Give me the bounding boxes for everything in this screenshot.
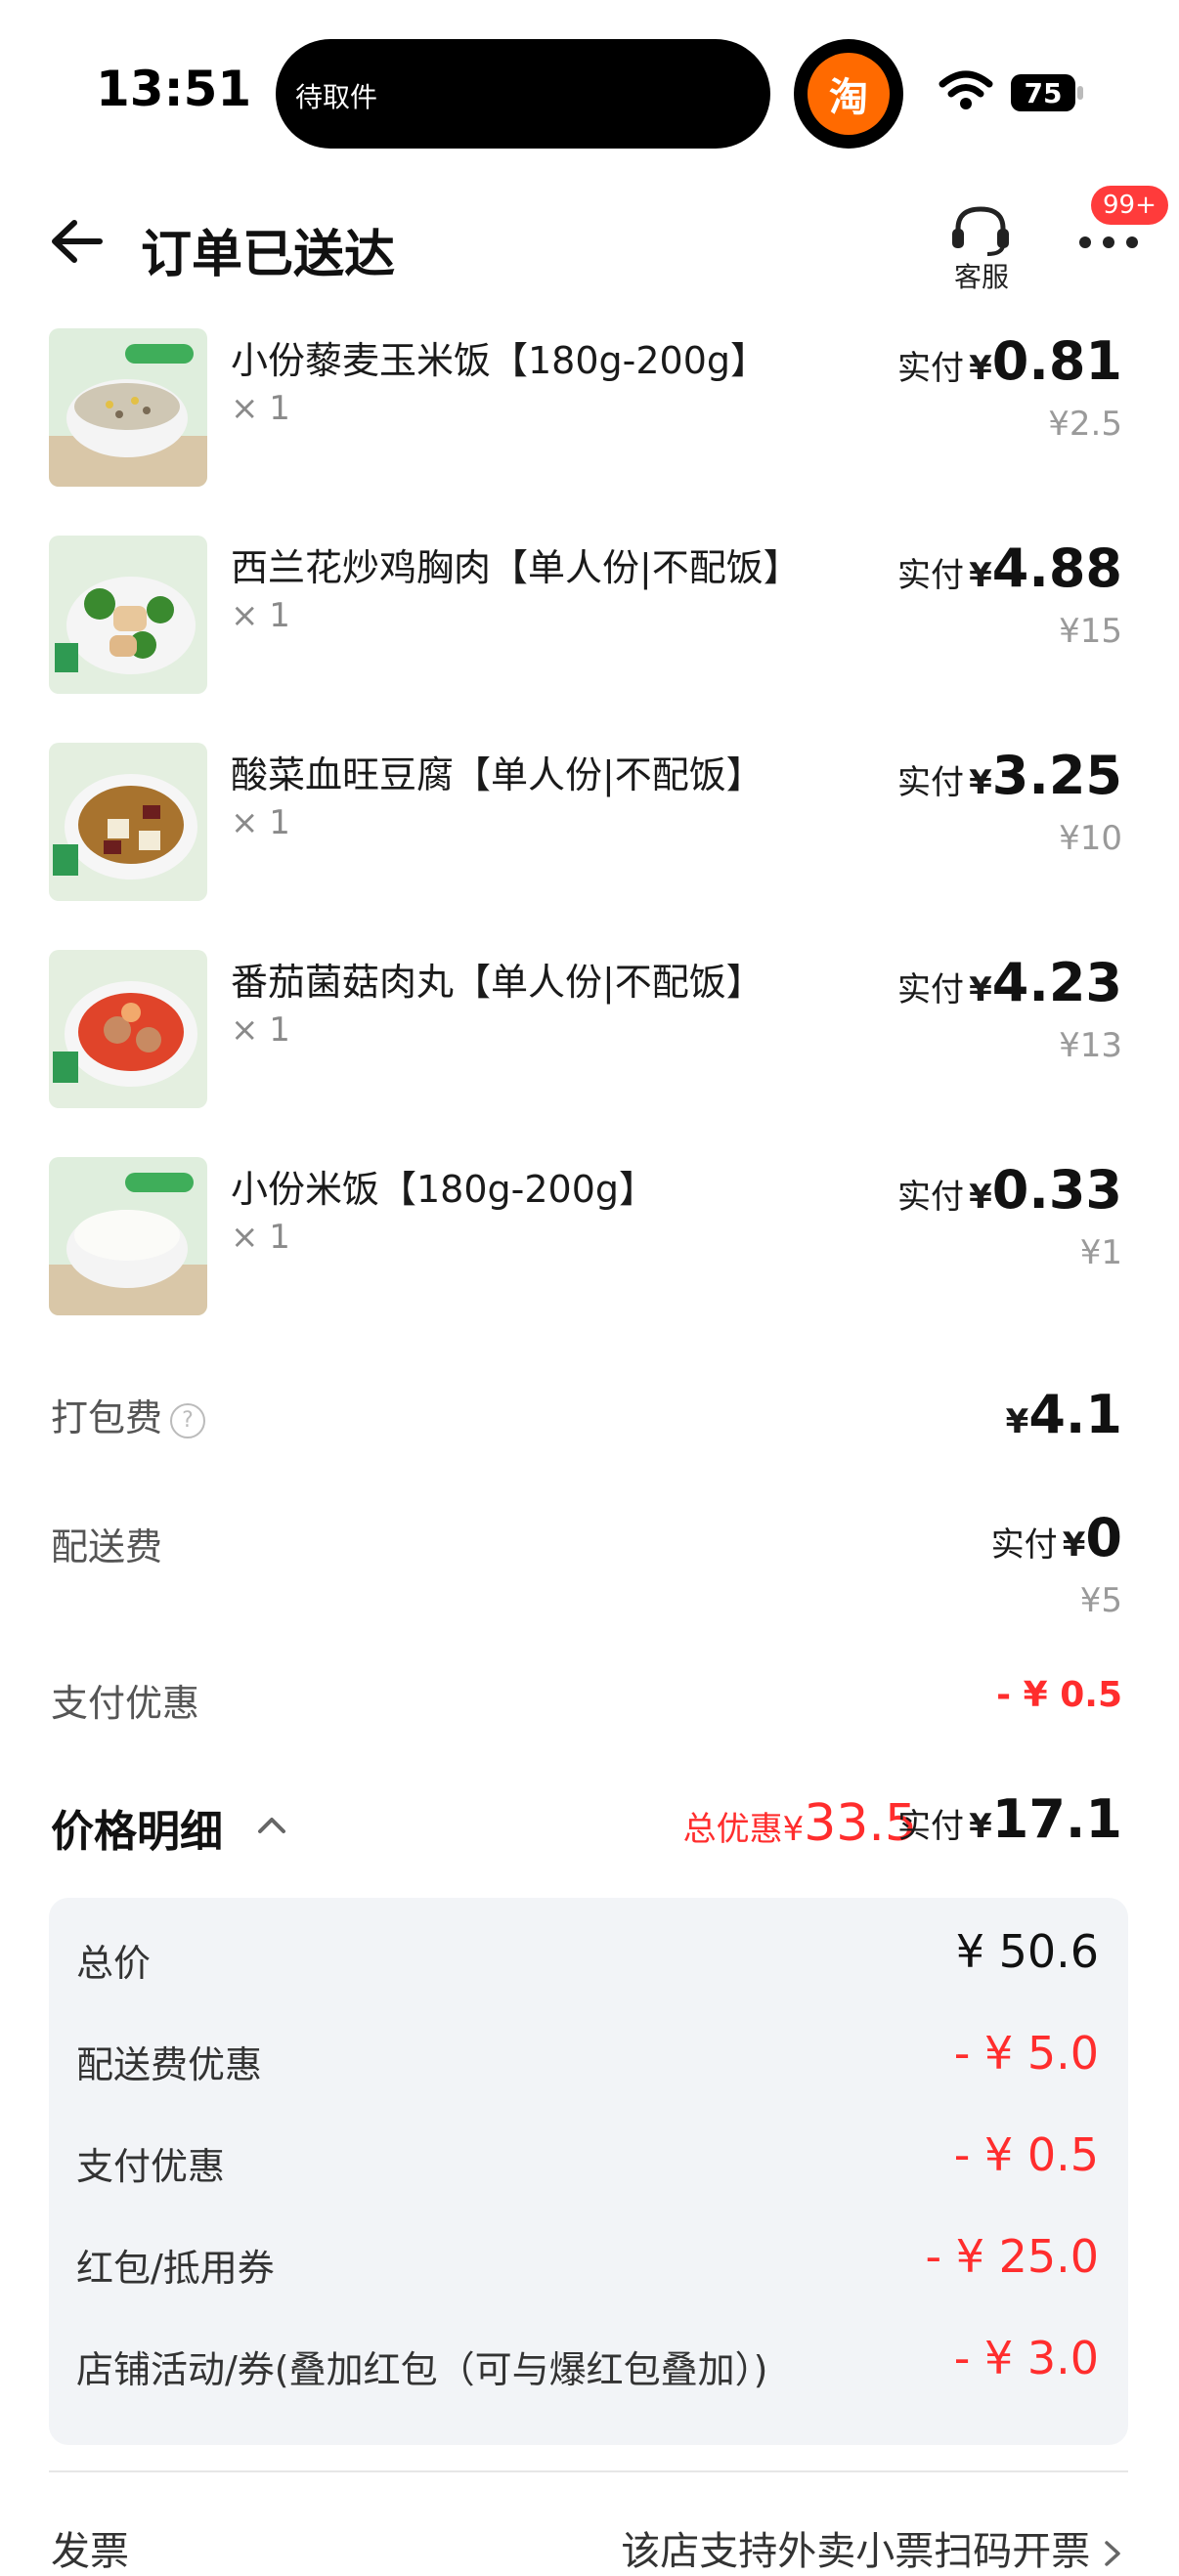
delivery-fee-label: 配送费	[51, 1525, 163, 1568]
breakdown-value: - ¥ 5.0	[953, 2027, 1099, 2080]
divider	[49, 2470, 1128, 2472]
currency-symbol: ¥	[969, 349, 992, 388]
item-original-price: ¥2.5	[1048, 405, 1122, 444]
delivery-fee-paid: 实付 ¥0	[991, 1507, 1122, 1568]
battery-cap	[1077, 86, 1083, 100]
paid-amount: 4.23	[991, 952, 1122, 1013]
total-paid-amount: 17.1	[991, 1788, 1122, 1850]
item-quantity: × 1	[231, 1010, 290, 1050]
chevron-right-icon	[1105, 2541, 1120, 2566]
currency-symbol: ¥	[969, 1807, 992, 1846]
breakdown-label: 配送费优惠	[76, 2043, 263, 2086]
currency-symbol: ¥	[969, 763, 992, 802]
item-quantity: × 1	[231, 389, 290, 428]
paid-label: 实付	[897, 556, 964, 595]
packing-fee-label: 打包费?	[51, 1388, 206, 1441]
product-thumbnail-quinoa-rice[interactable]	[49, 328, 207, 487]
breakdown-label: 支付优惠	[76, 2145, 226, 2188]
currency-symbol: ¥	[1062, 1525, 1086, 1565]
item-original-price: ¥1	[1079, 1233, 1122, 1272]
item-name: 西兰花炒鸡胸肉【单人份|不配饭】	[231, 546, 801, 589]
packing-fee-amount: 4.1	[1028, 1384, 1122, 1445]
item-name: 小份米饭【180g-200g】	[231, 1168, 657, 1211]
product-thumbnail-tomato-meatball[interactable]	[49, 950, 207, 1108]
paid-amount: 3.25	[991, 745, 1122, 806]
total-discount: 总优惠¥33.5	[683, 1794, 917, 1853]
item-paid-price: 实付 ¥3.25	[897, 745, 1122, 806]
packing-fee-text: 打包费	[51, 1396, 163, 1439]
payment-discount-value: - ¥ 0.5	[996, 1675, 1122, 1715]
currency-symbol: ¥	[1005, 1402, 1029, 1441]
packing-fee-value: ¥4.1	[1006, 1384, 1122, 1445]
paid-amount: 0.81	[991, 330, 1122, 392]
paid-label: 实付	[897, 970, 964, 1009]
breakdown-label: 总价	[76, 1942, 152, 1985]
invoice-label: 发票	[51, 2529, 129, 2574]
wifi-icon	[939, 70, 993, 109]
paid-label: 实付	[897, 1807, 964, 1846]
breakdown-value: - ¥ 0.5	[953, 2128, 1099, 2181]
item-name: 番茄菌菇肉丸【单人份|不配饭】	[231, 961, 764, 1004]
breakdown-label: 店铺活动/券(叠加红包（可与爆红包叠加）)	[76, 2348, 768, 2391]
item-paid-price: 实付 ¥4.23	[897, 952, 1122, 1013]
invoice-value: 该店支持外卖小票扫码开票	[621, 2529, 1091, 2574]
invoice-link[interactable]: 该店支持外卖小票扫码开票	[621, 2519, 1122, 2576]
delivery-fee-original: ¥5	[1079, 1581, 1122, 1620]
currency-symbol: ¥	[969, 970, 992, 1009]
battery-indicator: 75	[1011, 74, 1075, 111]
item-original-price: ¥13	[1059, 1026, 1122, 1065]
item-paid-price: 实付 ¥0.33	[897, 1159, 1122, 1221]
item-quantity: × 1	[231, 1218, 290, 1257]
item-quantity: × 1	[231, 803, 290, 842]
help-icon[interactable]: ?	[170, 1402, 206, 1438]
item-quantity: × 1	[231, 596, 290, 635]
currency-symbol: ¥	[782, 1810, 805, 1849]
page-title: 订单已送达	[141, 226, 396, 284]
customer-service-label[interactable]: 客服	[950, 256, 1013, 295]
item-original-price: ¥10	[1059, 819, 1122, 858]
product-thumbnail-white-rice[interactable]	[49, 1157, 207, 1315]
breakdown-value: - ¥ 25.0	[925, 2230, 1099, 2283]
breakdown-value: ¥ 50.6	[955, 1925, 1099, 1978]
total-discount-label: 总优惠	[682, 1810, 783, 1849]
currency-symbol: ¥	[969, 1178, 992, 1217]
item-paid-price: 实付 ¥0.81	[897, 330, 1122, 392]
total-paid: 实付 ¥17.1	[897, 1788, 1122, 1850]
notification-badge: 99+	[1091, 186, 1168, 225]
more-options-icon[interactable]	[1079, 236, 1138, 248]
back-arrow-icon[interactable]	[49, 217, 104, 266]
paid-label: 实付	[990, 1525, 1058, 1565]
item-paid-price: 实付 ¥4.88	[897, 537, 1122, 599]
taobao-icon: 淘	[808, 53, 890, 135]
item-original-price: ¥15	[1059, 612, 1122, 651]
paid-label: 实付	[897, 349, 964, 388]
item-name: 小份藜麦玉米饭【180g-200g】	[231, 339, 768, 382]
currency-symbol: ¥	[969, 556, 992, 595]
delivery-fee-amount: 0	[1085, 1507, 1122, 1568]
headset-icon[interactable]	[948, 203, 1013, 258]
breakdown-label: 红包/抵用券	[76, 2247, 275, 2290]
paid-amount: 4.88	[991, 537, 1122, 599]
island-text: 待取件	[295, 81, 378, 113]
price-detail-title[interactable]: 价格明细	[51, 1796, 223, 1859]
item-name: 酸菜血旺豆腐【单人份|不配饭】	[231, 753, 764, 796]
status-time: 13:51	[96, 61, 252, 117]
paid-amount: 0.33	[991, 1159, 1122, 1221]
paid-label: 实付	[897, 763, 964, 802]
product-thumbnail-tofu[interactable]	[49, 743, 207, 901]
breakdown-value: - ¥ 3.0	[953, 2332, 1099, 2384]
payment-discount-label: 支付优惠	[51, 1682, 200, 1725]
paid-label: 实付	[897, 1178, 964, 1217]
chevron-up-icon[interactable]	[256, 1816, 287, 1835]
product-thumbnail-broccoli-chicken[interactable]	[49, 536, 207, 694]
